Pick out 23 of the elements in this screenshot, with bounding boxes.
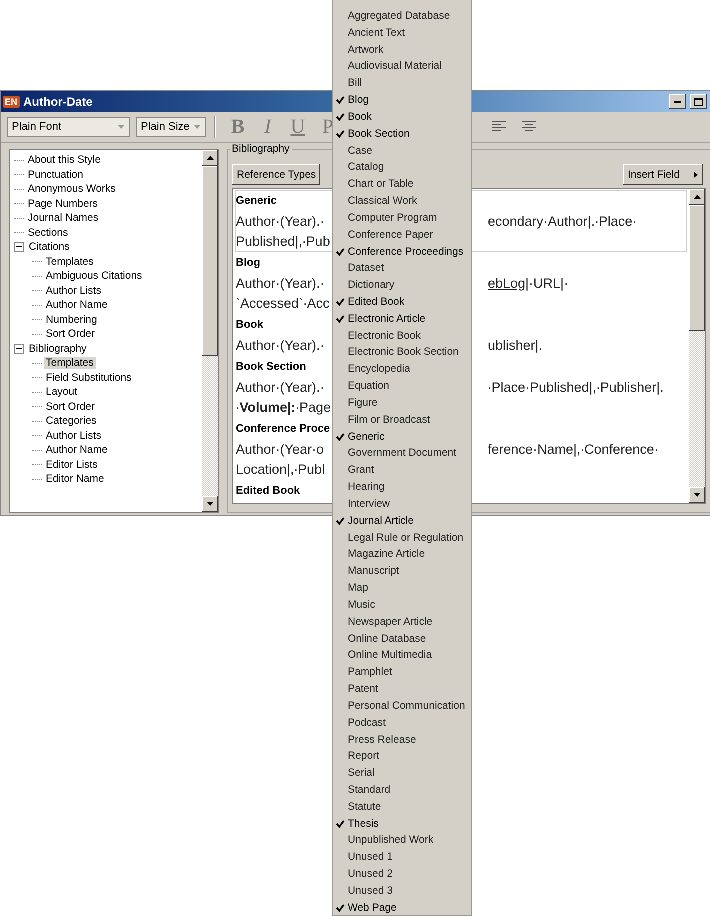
template-text: ∙Volume|:∙Page [236,400,332,414]
template-heading: Book Section [236,361,306,373]
template-text: Location|,∙Publ [236,462,326,476]
template-text: ublisher|. [488,338,543,352]
template-text: Published|,∙Pub [236,234,330,248]
template-text: Author·(Year).· [236,276,325,290]
window-title: Author-Date [24,94,93,108]
template-text: Author·(Year).· [236,214,325,228]
template-text: Author·(Year·o [236,442,324,456]
template-text: ference·Name|,∙Conference· [488,442,659,456]
template-heading: Edited Book [236,485,300,497]
template-text: Author·(Year).· [236,380,325,394]
template-text: Author·(Year).· [236,338,325,352]
template-text: econdary·Author|.∙Place· [488,214,638,228]
template-text: ∙Place·Published|,∙Publisher|. [488,380,664,394]
template-text: `Accessed`∙Acc [236,296,330,310]
template-heading: Generic [236,195,277,207]
template-text: ebLog|·URL|· [488,276,569,290]
template-heading: Conference Proce [236,423,330,435]
app-badge: EN [3,96,20,108]
group-title: Bibliography [230,143,292,155]
template-heading: Book [236,319,264,331]
template-heading: Blog [236,257,260,269]
